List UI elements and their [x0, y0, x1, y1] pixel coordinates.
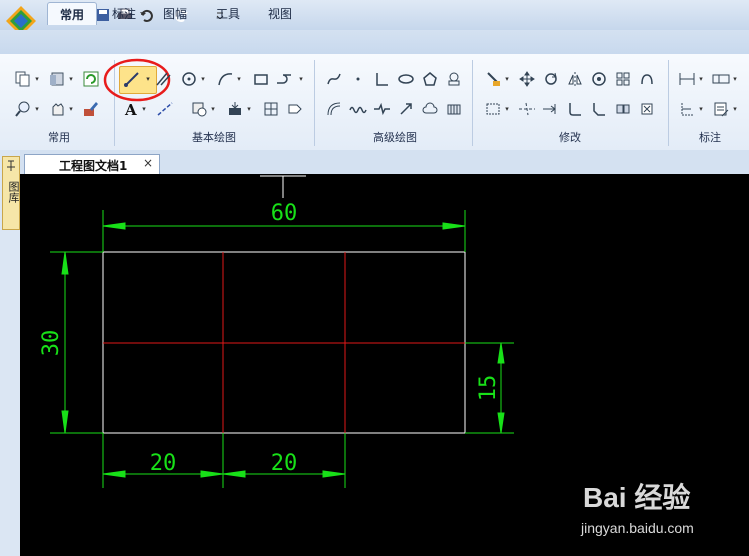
- dimension-text-15[interactable]: 15: [476, 375, 501, 402]
- cursor-crosshair: [260, 175, 306, 198]
- watermark-brand: Bai 经验: [583, 482, 691, 513]
- dimension-20-chain[interactable]: [102, 433, 346, 488]
- baidu-jingyan-watermark: Bai 经验 jingyan.baidu.com: [575, 470, 745, 550]
- dimension-text-20-middle[interactable]: 20: [271, 451, 298, 476]
- dimension-text-30[interactable]: 30: [39, 330, 64, 357]
- dimension-text-20-left[interactable]: 20: [150, 451, 177, 476]
- watermark-url: jingyan.baidu.com: [581, 520, 694, 536]
- dimension-text-60[interactable]: 60: [271, 201, 298, 226]
